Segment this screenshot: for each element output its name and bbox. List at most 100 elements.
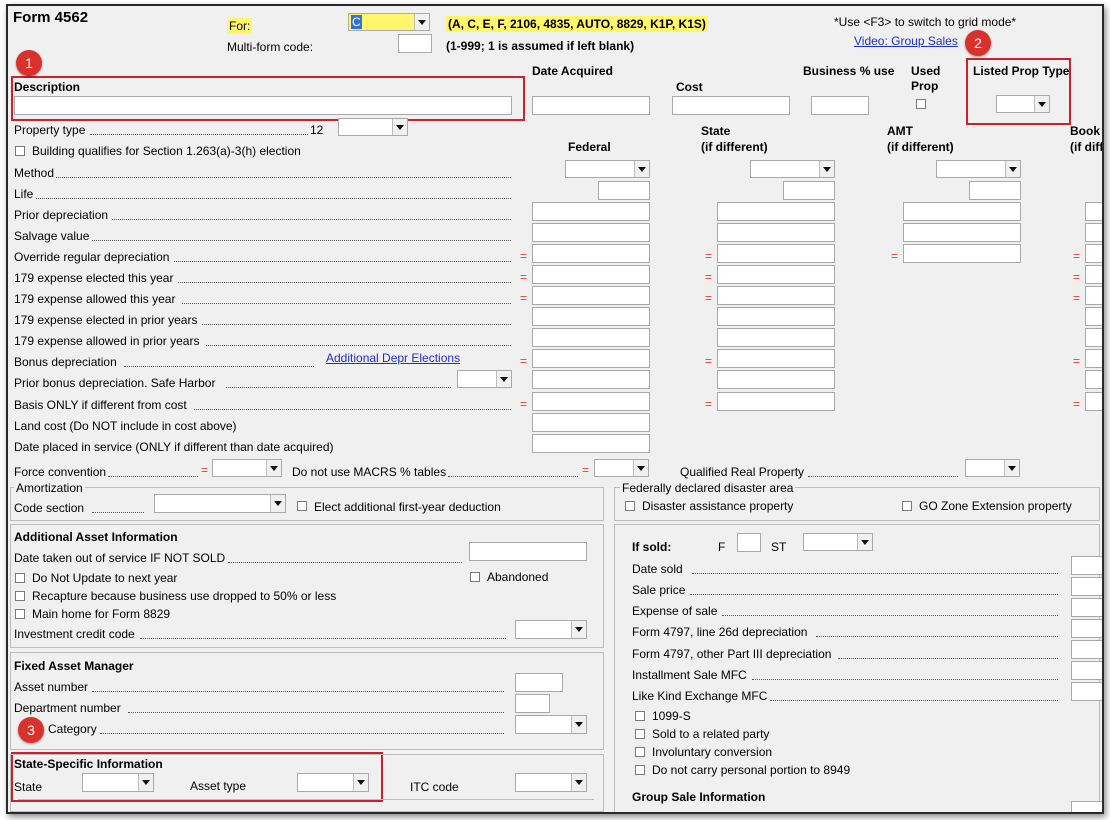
1099s-checkbox[interactable] bbox=[635, 711, 645, 721]
sale-price-input[interactable] bbox=[1071, 577, 1102, 596]
f4797-part3-input[interactable] bbox=[1071, 640, 1102, 659]
bonus-book[interactable] bbox=[1085, 349, 1102, 368]
bonus-state[interactable] bbox=[717, 349, 835, 368]
life-federal-input[interactable] bbox=[598, 181, 650, 200]
allowed-prior-179-book[interactable] bbox=[1085, 328, 1102, 347]
elected-179-book[interactable] bbox=[1085, 265, 1102, 284]
date-out-input[interactable] bbox=[469, 542, 587, 561]
cost-input[interactable] bbox=[672, 96, 790, 115]
installment-input[interactable] bbox=[1071, 661, 1102, 680]
force-convention-select[interactable] bbox=[212, 459, 282, 477]
override-federal[interactable] bbox=[532, 244, 650, 263]
salvage-amt[interactable] bbox=[903, 223, 1021, 242]
investment-credit-select[interactable] bbox=[515, 620, 587, 639]
disaster-assistance-checkbox[interactable] bbox=[625, 501, 635, 511]
chevron-down-icon[interactable] bbox=[857, 534, 872, 550]
elected-179-state[interactable] bbox=[717, 265, 835, 284]
elected-prior-179-federal[interactable] bbox=[532, 307, 650, 326]
multiform-input[interactable] bbox=[398, 34, 432, 53]
basis-only-federal[interactable] bbox=[532, 392, 650, 411]
chevron-down-icon[interactable] bbox=[266, 460, 281, 476]
prior-bonus-state[interactable] bbox=[717, 370, 835, 389]
elected-179-federal[interactable] bbox=[532, 265, 650, 284]
allowed-179-book[interactable] bbox=[1085, 286, 1102, 305]
expense-input[interactable] bbox=[1071, 598, 1102, 617]
involuntary-checkbox[interactable] bbox=[635, 747, 645, 757]
prior-depr-state[interactable] bbox=[717, 202, 835, 221]
like-kind-input[interactable] bbox=[1071, 682, 1102, 701]
override-state[interactable] bbox=[717, 244, 835, 263]
date-sold-input[interactable] bbox=[1071, 556, 1102, 575]
category-select[interactable] bbox=[515, 715, 587, 734]
override-book[interactable] bbox=[1085, 244, 1102, 263]
elect-additional-checkbox[interactable] bbox=[297, 501, 307, 511]
no-carry-checkbox[interactable] bbox=[635, 765, 645, 775]
no-macrs-select[interactable] bbox=[594, 459, 649, 477]
chevron-down-icon[interactable] bbox=[138, 774, 153, 791]
asset-type-select[interactable] bbox=[297, 773, 369, 792]
itc-code-select[interactable] bbox=[515, 773, 587, 792]
code-section-select[interactable] bbox=[154, 494, 286, 513]
elected-prior-179-state[interactable] bbox=[717, 307, 835, 326]
business-pct-input[interactable] bbox=[811, 96, 869, 115]
chevron-down-icon[interactable] bbox=[353, 774, 368, 791]
chevron-down-icon[interactable] bbox=[634, 161, 649, 177]
prior-depr-book[interactable] bbox=[1085, 202, 1102, 221]
f4797-26d-input[interactable] bbox=[1071, 619, 1102, 638]
group-sale-input[interactable] bbox=[1071, 801, 1102, 812]
basis-only-state[interactable] bbox=[717, 392, 835, 411]
abandoned-checkbox[interactable] bbox=[470, 572, 480, 582]
sold-f-input[interactable] bbox=[737, 533, 761, 552]
property-type-select[interactable] bbox=[338, 118, 408, 136]
chevron-down-icon[interactable] bbox=[1005, 161, 1020, 177]
date-placed-federal[interactable] bbox=[532, 434, 650, 453]
prior-depr-federal[interactable] bbox=[532, 202, 650, 221]
prior-depr-amt[interactable] bbox=[903, 202, 1021, 221]
elected-prior-179-book[interactable] bbox=[1085, 307, 1102, 326]
chevron-down-icon[interactable] bbox=[270, 495, 285, 512]
allowed-prior-179-federal[interactable] bbox=[532, 328, 650, 347]
date-acquired-input[interactable] bbox=[532, 96, 650, 115]
allowed-179-federal[interactable] bbox=[532, 286, 650, 305]
salvage-federal[interactable] bbox=[532, 223, 650, 242]
salvage-book[interactable] bbox=[1085, 223, 1102, 242]
sold-st-select[interactable] bbox=[803, 533, 873, 551]
section-1263-checkbox[interactable] bbox=[15, 146, 25, 156]
chevron-down-icon[interactable] bbox=[1004, 460, 1019, 476]
qualified-real-select[interactable] bbox=[965, 459, 1020, 477]
method-federal-select[interactable] bbox=[565, 160, 650, 178]
life-amt-input[interactable] bbox=[969, 181, 1021, 200]
chevron-down-icon[interactable] bbox=[571, 774, 586, 791]
prior-bonus-book[interactable] bbox=[1085, 370, 1102, 389]
asset-number-input[interactable] bbox=[515, 673, 563, 692]
method-amt-select[interactable] bbox=[936, 160, 1021, 178]
chevron-down-icon[interactable] bbox=[571, 716, 586, 733]
used-prop-checkbox[interactable] bbox=[916, 99, 926, 109]
recapture-checkbox[interactable] bbox=[15, 591, 25, 601]
chevron-down-icon[interactable] bbox=[414, 14, 429, 30]
override-amt[interactable] bbox=[903, 244, 1021, 263]
department-input[interactable] bbox=[515, 694, 550, 713]
for-select[interactable]: C bbox=[348, 13, 430, 31]
chevron-down-icon[interactable] bbox=[392, 119, 407, 135]
video-group-sales-link[interactable]: Video: Group Sales bbox=[854, 34, 958, 48]
allowed-179-state[interactable] bbox=[717, 286, 835, 305]
life-state-input[interactable] bbox=[783, 181, 835, 200]
chevron-down-icon[interactable] bbox=[633, 460, 648, 476]
safe-harbor-select[interactable] bbox=[457, 370, 512, 388]
related-party-checkbox[interactable] bbox=[635, 729, 645, 739]
additional-depr-elections-link[interactable]: Additional Depr Elections bbox=[326, 351, 460, 365]
prior-bonus-federal[interactable] bbox=[532, 370, 650, 389]
bonus-federal[interactable] bbox=[532, 349, 650, 368]
chevron-down-icon[interactable] bbox=[571, 621, 586, 638]
no-update-checkbox[interactable] bbox=[15, 573, 25, 583]
chevron-down-icon[interactable] bbox=[496, 371, 511, 387]
land-cost-federal[interactable] bbox=[532, 413, 650, 432]
go-zone-checkbox[interactable] bbox=[902, 501, 912, 511]
salvage-state[interactable] bbox=[717, 223, 835, 242]
allowed-prior-179-state[interactable] bbox=[717, 328, 835, 347]
basis-only-book[interactable] bbox=[1085, 392, 1102, 411]
main-home-checkbox[interactable] bbox=[15, 609, 25, 619]
state-select[interactable] bbox=[82, 773, 154, 792]
method-state-select[interactable] bbox=[750, 160, 835, 178]
